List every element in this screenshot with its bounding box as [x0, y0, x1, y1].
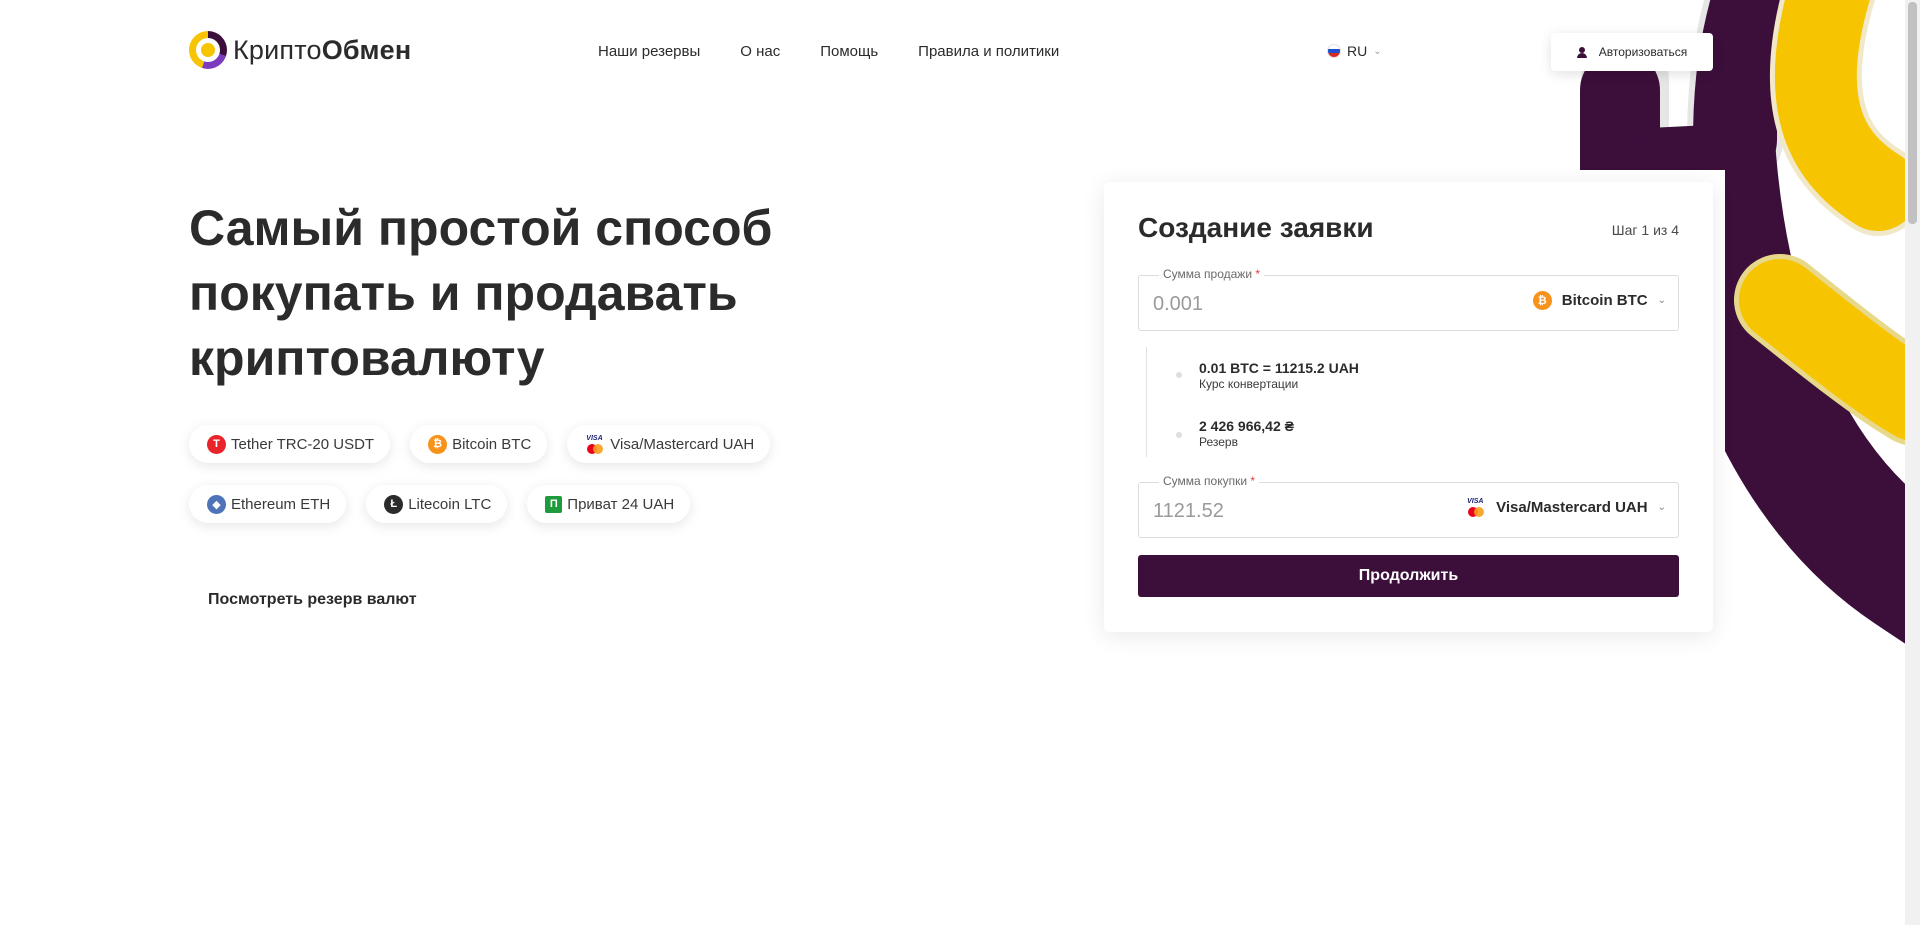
order-title: Создание заявки: [1138, 212, 1374, 243]
chip-label: Litecoin LTC: [408, 495, 492, 513]
hero-title: Самый простой способ покупать и продават…: [189, 200, 773, 386]
buy-currency-label: Visa/Mastercard UAH: [1496, 499, 1648, 516]
bitcoin-icon: ₿: [1532, 291, 1552, 310]
login-button[interactable]: Авторизоваться: [1551, 33, 1713, 71]
logo-icon: [189, 31, 227, 69]
language-label: RU: [1347, 43, 1368, 59]
user-icon: [1576, 46, 1587, 58]
continue-button[interactable]: Продолжить: [1138, 555, 1679, 597]
chip-tether-usdt[interactable]: T Tether TRC-20 USDT: [189, 425, 391, 463]
buy-currency-select[interactable]: VISA Visa/Mastercard UAH ⌄: [1466, 498, 1666, 517]
sell-currency-label: Bitcoin BTC: [1561, 292, 1648, 309]
sell-amount-input[interactable]: [1153, 290, 1433, 318]
conversion-rate-value: 0.01 BTC = 11215.2 UAH: [1199, 360, 1359, 376]
privat24-icon: П: [545, 495, 563, 513]
info-divider: [1146, 347, 1147, 457]
buy-amount-input[interactable]: [1153, 497, 1433, 525]
ethereum-icon: ◆: [207, 494, 226, 514]
visa-mastercard-icon: VISA: [585, 435, 605, 454]
chip-visa-mastercard-uah[interactable]: VISA Visa/Mastercard UAH: [567, 425, 771, 463]
reserve-dot: [1176, 432, 1182, 438]
chip-label: Приват 24 UAH: [567, 495, 675, 513]
currency-chips: T Tether TRC-20 USDT ₿ Bitcoin BTC VISA …: [189, 425, 829, 523]
sell-amount-label: Сумма продажи *: [1159, 267, 1265, 281]
nav-help[interactable]: Помощь: [820, 43, 878, 60]
reserve-value: 2 426 966,42 ₴: [1199, 418, 1294, 434]
chip-ethereum-eth[interactable]: ◆ Ethereum ETH: [189, 485, 347, 523]
sell-currency-select[interactable]: ₿ Bitcoin BTC ⌄: [1532, 291, 1666, 310]
russian-flag-icon: [1327, 44, 1341, 58]
login-label: Авторизоваться: [1598, 45, 1688, 59]
chip-privat24-uah[interactable]: П Приват 24 UAH: [527, 485, 691, 523]
reserve-label: Резерв: [1199, 435, 1238, 449]
language-selector[interactable]: RU ⌄: [1327, 43, 1382, 59]
chevron-down-icon: ⌄: [1657, 502, 1666, 513]
chip-litecoin-ltc[interactable]: Ł Litecoin LTC: [366, 485, 508, 523]
nav-about[interactable]: О нас: [740, 43, 780, 60]
main-nav: Наши резервы О нас Помощь Правила и поли…: [598, 43, 1059, 60]
logo[interactable]: КриптоОбмен: [189, 31, 411, 69]
logo-text: КриптоОбмен: [233, 34, 412, 65]
scrollbar-thumb[interactable]: [1908, 2, 1917, 224]
page-scrollbar[interactable]: [1905, 0, 1920, 925]
chip-label: Visa/Mastercard UAH: [610, 435, 755, 453]
visa-mastercard-icon: VISA: [1466, 498, 1486, 517]
litecoin-icon: Ł: [384, 494, 404, 514]
buy-amount-field: Сумма покупки * VISA Visa/Mastercard UAH…: [1138, 474, 1679, 538]
tether-icon: T: [207, 434, 226, 454]
view-reserves-link[interactable]: Посмотреть резерв валют: [208, 591, 417, 609]
order-card: Создание заявки Шаг 1 из 4 Сумма продажи…: [1104, 182, 1713, 632]
site-header: КриптоОбмен Наши резервы О нас Помощь Пр…: [0, 0, 1905, 104]
chevron-down-icon: ⌄: [1657, 295, 1666, 306]
rate-dot: [1176, 372, 1182, 378]
conversion-rate-label: Курс конвертации: [1199, 377, 1299, 391]
chip-label: Tether TRC-20 USDT: [231, 435, 375, 453]
nav-rules[interactable]: Правила и политики: [918, 43, 1059, 60]
chip-bitcoin-btc[interactable]: ₿ Bitcoin BTC: [410, 425, 548, 463]
nav-reserves[interactable]: Наши резервы: [598, 43, 700, 60]
sell-amount-field: Сумма продажи * ₿ Bitcoin BTC ⌄: [1138, 267, 1679, 331]
chevron-down-icon: ⌄: [1373, 45, 1382, 57]
chip-label: Bitcoin BTC: [452, 435, 532, 453]
chip-label: Ethereum ETH: [231, 495, 331, 513]
bitcoin-icon: ₿: [428, 434, 448, 454]
buy-amount-label: Сумма покупки *: [1159, 474, 1260, 488]
step-indicator: Шаг 1 из 4: [1611, 222, 1679, 238]
